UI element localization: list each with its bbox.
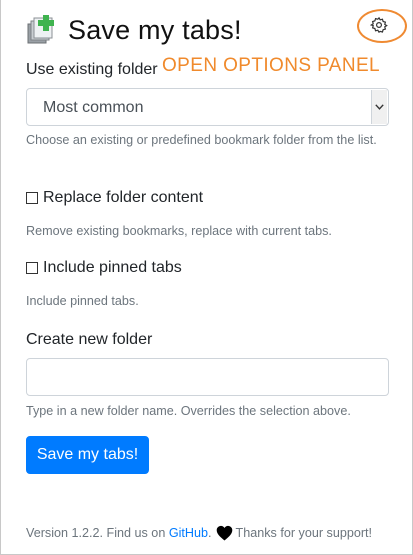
chevron-down-icon[interactable]	[371, 90, 387, 124]
footer: Version 1.2.2. Find us on GitHub. Thanks…	[26, 525, 372, 541]
replace-folder-option[interactable]: Replace folder content	[26, 188, 203, 208]
pinned-tabs-help: Include pinned tabs.	[26, 294, 139, 308]
github-link[interactable]: GitHub	[169, 526, 208, 540]
replace-folder-checkbox[interactable]	[26, 192, 38, 204]
existing-folder-label: Use existing folder	[26, 61, 158, 78]
folder-select-value: Most common	[43, 99, 144, 116]
replace-folder-help: Remove existing bookmarks, replace with …	[26, 224, 332, 238]
footer-period: .	[208, 526, 212, 540]
version-text: Version 1.2.2. Find us on	[26, 526, 166, 540]
add-tabs-icon	[26, 14, 58, 46]
heart-icon	[216, 525, 232, 541]
new-folder-input[interactable]	[26, 358, 389, 396]
new-folder-help: Type in a new folder name. Overrides the…	[26, 404, 351, 418]
existing-folder-help: Choose an existing or predefined bookmar…	[26, 133, 377, 147]
annotation-text: OPEN OPTIONS PANEL	[162, 55, 381, 76]
new-folder-label: Create new folder	[26, 331, 153, 348]
options-button-area	[357, 9, 407, 43]
replace-folder-label: Replace folder content	[43, 189, 204, 206]
pinned-tabs-option[interactable]: Include pinned tabs	[26, 258, 182, 278]
pinned-tabs-label: Include pinned tabs	[43, 259, 182, 276]
folder-select[interactable]: Most common	[26, 88, 389, 126]
thanks-text: Thanks for your support!	[235, 526, 373, 540]
pinned-tabs-checkbox[interactable]	[26, 262, 38, 274]
gear-icon[interactable]	[369, 16, 388, 34]
app-title: Save my tabs!	[68, 14, 242, 45]
save-tabs-button[interactable]: Save my tabs!	[26, 436, 149, 474]
header: Save my tabs!	[26, 12, 242, 48]
